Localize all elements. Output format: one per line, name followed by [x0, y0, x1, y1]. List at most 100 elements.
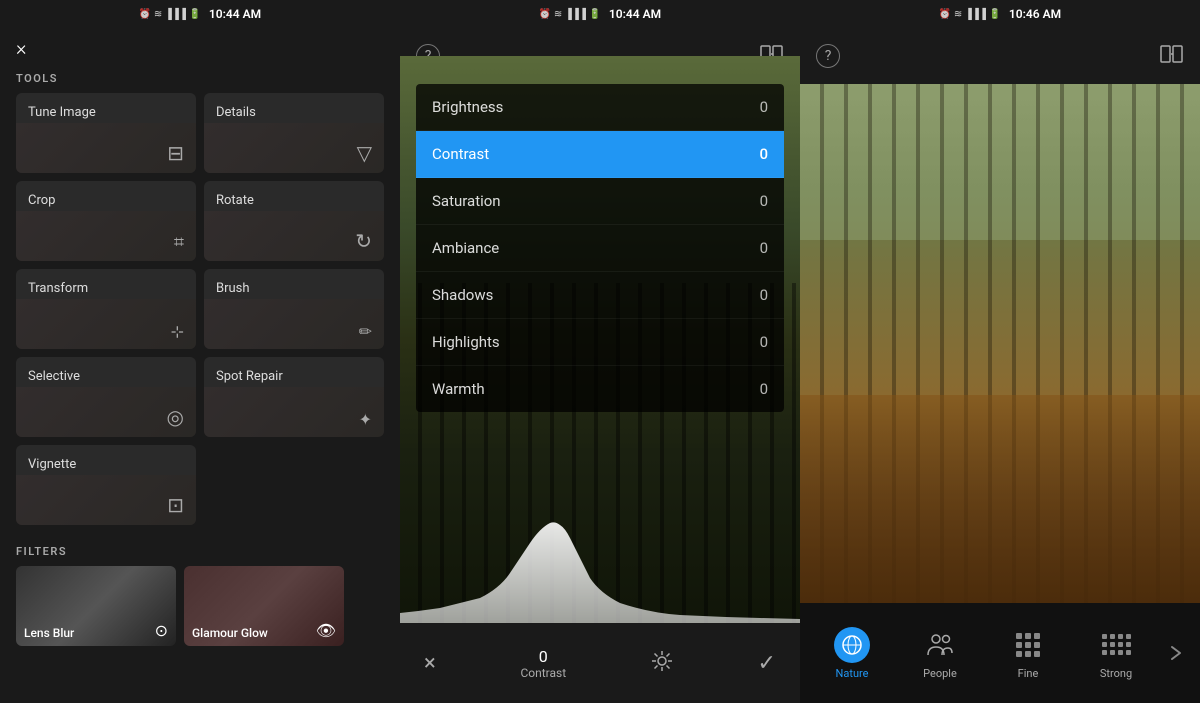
tools-grid: Tune Image ⊟ Details ▽ Crop ⌗ Rotate ↻ T… [0, 93, 400, 437]
tab-fine[interactable]: Fine [984, 619, 1072, 688]
tools-section-label: TOOLS [0, 64, 400, 93]
contrast-current-value: 0 [539, 647, 548, 666]
status-time-2: 10:44 AM [609, 7, 661, 21]
tab-people[interactable]: People [896, 619, 984, 688]
adjust-highlights-value: 0 [760, 333, 768, 351]
adjust-brightness[interactable]: Brightness 0 [416, 84, 784, 131]
filter-lens-blur[interactable]: Lens Blur ⊙ [16, 566, 176, 646]
filters-section-label: FILTERS [0, 537, 400, 566]
adjust-ambiance[interactable]: Ambiance 0 [416, 225, 784, 272]
status-icons-2: ⏰ ≋ ▐▐▐ 🔋 [539, 9, 601, 20]
filter-lens-blur-icon: ⊙ [155, 621, 168, 640]
tool-selective[interactable]: Selective ◎ [16, 357, 196, 437]
adjust-brightness-value: 0 [760, 98, 768, 116]
tool-brush-label: Brush [216, 281, 372, 296]
tool-vignette-label: Vignette [28, 457, 184, 472]
tab-fine-label: Fine [1018, 667, 1039, 680]
adjust-ambiance-value: 0 [760, 239, 768, 257]
adjust-shadows-value: 0 [760, 286, 768, 304]
adjust-warmth-value: 0 [760, 380, 768, 398]
tool-crop-label: Crop [28, 193, 184, 208]
filter-tab-bar: Nature People [800, 603, 1200, 703]
tool-rotate-label: Rotate [216, 193, 372, 208]
help-icon-3[interactable]: ? [816, 44, 840, 68]
histogram-chart [400, 503, 800, 623]
adjust-saturation[interactable]: Saturation 0 [416, 178, 784, 225]
adjust-contrast[interactable]: Contrast 0 [416, 131, 784, 178]
tab-people-label: People [923, 667, 957, 680]
adjust-highlights[interactable]: Highlights 0 [416, 319, 784, 366]
spot-repair-icon: ✦ [359, 410, 372, 429]
adjust-highlights-label: Highlights [432, 333, 500, 351]
tool-vignette[interactable]: Vignette ⊡ [16, 445, 196, 525]
panel3-header: ? [800, 28, 1200, 84]
adjust-contrast-value: 0 [759, 145, 768, 163]
status-time-3: 10:46 AM [1009, 7, 1061, 21]
status-time-1: 10:44 AM [209, 7, 261, 21]
tool-transform-label: Transform [28, 281, 184, 296]
tool-details-label: Details [216, 105, 372, 120]
filter-lens-blur-label: Lens Blur [24, 626, 74, 640]
adjust-saturation-label: Saturation [432, 192, 501, 210]
panel-filters: ⏰ ≋ ▐▐▐ 🔋 10:46 AM ? [800, 0, 1200, 703]
adjust-shadows[interactable]: Shadows 0 [416, 272, 784, 319]
rotate-icon: ↻ [355, 229, 372, 253]
tool-details[interactable]: Details ▽ [204, 93, 384, 173]
tab-strong[interactable]: Strong [1072, 619, 1160, 688]
filter-glamour-glow[interactable]: Glamour Glow 👁 [184, 566, 344, 646]
histogram-path [400, 522, 800, 623]
adjust-brightness-label: Brightness [432, 98, 503, 116]
panel2-bottom-controls: × 0 Contrast ✓ [400, 623, 800, 703]
status-icons-3: ⏰ ≋ ▐▐▐ 🔋 [939, 9, 1001, 20]
tool-selective-label: Selective [28, 369, 184, 384]
people-tab-icon [922, 627, 958, 663]
adjust-saturation-value: 0 [760, 192, 768, 210]
split-view-icon-3[interactable] [1160, 44, 1184, 69]
expand-filters-button[interactable] [1160, 645, 1192, 661]
vignette-icon: ⊡ [167, 493, 184, 517]
tool-spot-repair[interactable]: Spot Repair ✦ [204, 357, 384, 437]
filters-row: Lens Blur ⊙ Glamour Glow 👁 [0, 566, 400, 646]
adjust-warmth[interactable]: Warmth 0 [416, 366, 784, 412]
adjust-contrast-label: Contrast [432, 145, 489, 163]
tab-nature[interactable]: Nature [808, 619, 896, 688]
tab-strong-label: Strong [1100, 667, 1132, 680]
status-icons-1: ⏰ ≋ ▐▐▐ 🔋 [139, 9, 201, 20]
adjustment-list: Brightness 0 Contrast 0 Saturation 0 Amb… [416, 84, 784, 412]
nature-tab-icon [834, 627, 870, 663]
status-bar-2: ⏰ ≋ ▐▐▐ 🔋 10:44 AM [400, 0, 800, 28]
filters-section: FILTERS Lens Blur ⊙ Glamour Glow 👁 [0, 537, 400, 646]
status-bar-3: ⏰ ≋ ▐▐▐ 🔋 10:46 AM [800, 0, 1200, 28]
tool-brush[interactable]: Brush ✏ [204, 269, 384, 349]
crop-icon: ⌗ [174, 232, 184, 253]
ground-overlay [800, 395, 1200, 603]
photo-right [800, 84, 1200, 603]
panel1-header: × [0, 28, 400, 64]
panel-adjust: ⏰ ≋ ▐▐▐ 🔋 10:44 AM ? Brightness 0 Contra… [400, 0, 800, 703]
panel-tools: ⏰ ≋ ▐▐▐ 🔋 10:44 AM × TOOLS Tune Image ⊟ … [0, 0, 400, 703]
close-button[interactable]: × [16, 36, 26, 60]
contrast-label: Contrast [520, 666, 566, 680]
strong-tab-icon [1098, 627, 1134, 663]
status-bar-1: ⏰ ≋ ▐▐▐ 🔋 10:44 AM [0, 0, 400, 28]
selective-icon: ◎ [167, 405, 184, 429]
tool-crop[interactable]: Crop ⌗ [16, 181, 196, 261]
tool-tune-image[interactable]: Tune Image ⊟ [16, 93, 196, 173]
filter-glamour-glow-icon: 👁 [316, 621, 336, 640]
tool-rotate[interactable]: Rotate ↻ [204, 181, 384, 261]
transform-icon: ⊹ [171, 322, 184, 341]
adjust-warmth-label: Warmth [432, 380, 485, 398]
tune-image-icon: ⊟ [167, 141, 184, 165]
brush-icon: ✏ [359, 322, 372, 341]
adjust-ambiance-label: Ambiance [432, 239, 499, 257]
bottom-center: 0 Contrast [520, 647, 566, 680]
fine-tab-icon [1010, 627, 1046, 663]
auto-adjust-button[interactable] [651, 650, 673, 677]
tool-transform[interactable]: Transform ⊹ [16, 269, 196, 349]
tools-grid-2: Vignette ⊡ [0, 445, 400, 525]
tool-tune-image-label: Tune Image [28, 105, 184, 120]
adjust-shadows-label: Shadows [432, 286, 493, 304]
details-icon: ▽ [357, 141, 372, 165]
confirm-adjust-button[interactable]: ✓ [758, 651, 776, 676]
cancel-adjust-button[interactable]: × [424, 651, 436, 676]
